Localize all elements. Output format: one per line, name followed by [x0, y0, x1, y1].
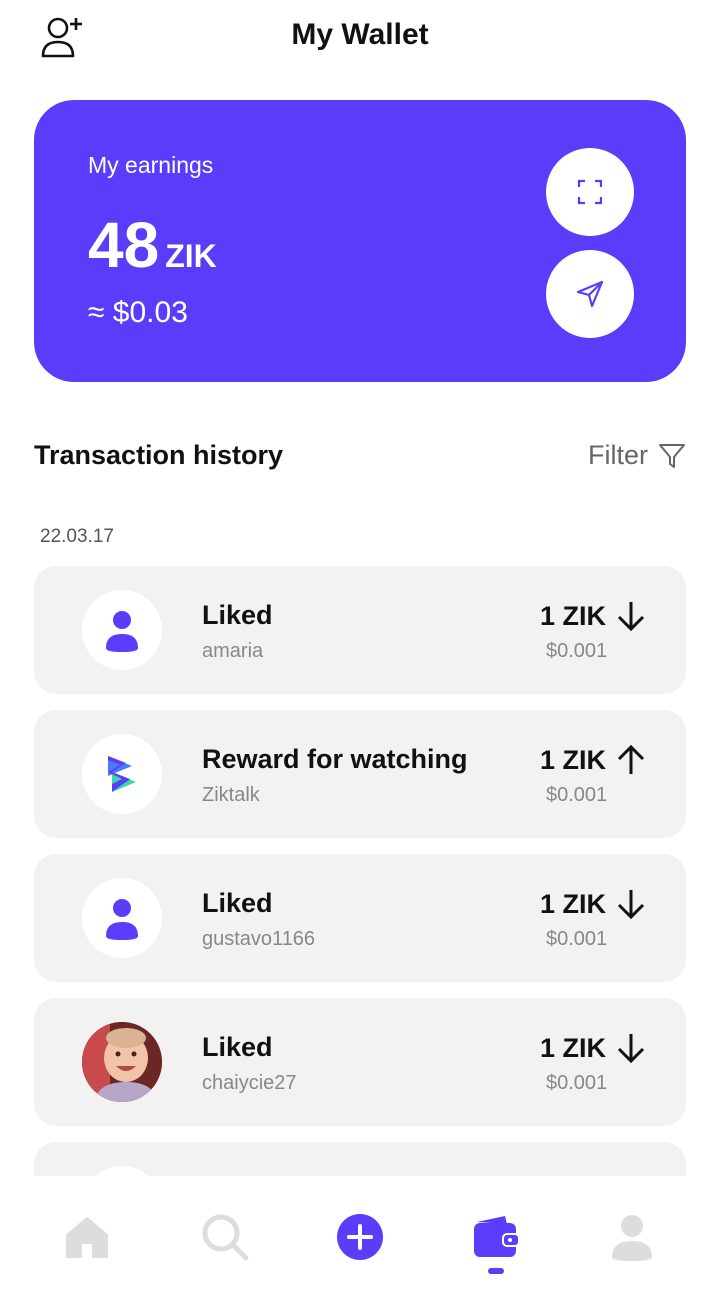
transaction-row-partial[interactable] — [34, 1142, 686, 1176]
ziktalk-logo — [82, 734, 162, 814]
transaction-amount: 1 ZIK — [540, 600, 646, 632]
baby-photo-icon — [82, 1022, 162, 1102]
earnings-card: My earnings 48 ZIK ≈ $0.03 — [34, 100, 686, 382]
transaction-amount-value: 1 ZIK — [540, 600, 607, 631]
transaction-amount-value: 1 ZIK — [540, 888, 607, 919]
transaction-title: Liked — [202, 600, 273, 630]
transaction-usd: $0.001 — [546, 640, 608, 662]
earnings-value: 48 — [88, 209, 160, 281]
transaction-title: Liked — [202, 888, 273, 918]
arrow-down-icon — [617, 602, 645, 632]
filter-label: Filter — [588, 440, 648, 470]
home-icon[interactable] — [62, 1212, 112, 1262]
create-icon — [337, 1214, 383, 1260]
transaction-amount: 1 ZIK — [540, 888, 646, 920]
ziktalk-logo-icon — [108, 756, 136, 792]
create-button[interactable] — [335, 1212, 385, 1262]
active-tab-indicator — [488, 1268, 504, 1274]
transaction-user: amaria — [202, 640, 264, 662]
default-user-avatar — [82, 878, 162, 958]
transaction-history-title: Transaction history — [34, 440, 284, 470]
transaction-user: gustavo1166 — [202, 928, 316, 950]
send-button[interactable] — [546, 250, 634, 338]
wallet-icon[interactable] — [471, 1212, 521, 1262]
user-icon — [106, 899, 138, 940]
search-icon[interactable] — [200, 1212, 250, 1262]
transaction-usd: $0.001 — [546, 928, 608, 950]
transaction-title: Reward for watching — [202, 744, 468, 774]
default-user-avatar — [82, 590, 162, 670]
transaction-title: Liked — [202, 1032, 273, 1062]
transaction-user: chaiycie27 — [202, 1072, 297, 1094]
page-title: My Wallet — [291, 18, 429, 51]
user-icon — [106, 611, 138, 652]
send-icon — [576, 280, 604, 308]
transaction-row[interactable]: Liked chaiycie27 1 ZIK $0.001 — [34, 998, 686, 1126]
transaction-row[interactable]: Liked amaria 1 ZIK $0.001 — [34, 566, 686, 694]
bottom-nav — [0, 1176, 720, 1293]
transaction-row[interactable]: Reward for watching Ziktalk 1 ZIK $0.001 — [34, 710, 686, 838]
filter-icon — [659, 443, 685, 468]
transaction-user: Ziktalk — [202, 784, 260, 806]
earnings-amount: 48 ZIK — [88, 208, 217, 282]
transaction-amount-value: 1 ZIK — [540, 1032, 607, 1063]
transaction-amount-value: 1 ZIK — [540, 744, 607, 775]
transaction-usd: $0.001 — [546, 784, 608, 806]
transaction-row[interactable]: Liked gustavo1166 1 ZIK $0.001 — [34, 854, 686, 982]
earnings-label: My earnings — [88, 152, 214, 178]
arrow-down-icon — [617, 1034, 645, 1064]
photo-avatar — [82, 1022, 162, 1102]
header: My Wallet — [0, 0, 720, 78]
transaction-amount: 1 ZIK — [540, 744, 646, 776]
scan-icon — [577, 179, 603, 205]
date-label: 22.03.17 — [40, 526, 114, 547]
transaction-list[interactable]: Liked amaria 1 ZIK $0.001 Reward for wat… — [34, 566, 686, 1176]
partial-avatar — [82, 1166, 162, 1176]
earnings-unit: ZIK — [165, 238, 217, 274]
filter-button[interactable]: Filter — [588, 440, 686, 471]
scan-button[interactable] — [546, 148, 634, 236]
transaction-amount: 1 ZIK — [540, 1032, 646, 1064]
arrow-down-icon — [617, 890, 645, 920]
transaction-usd: $0.001 — [546, 1072, 608, 1094]
profile-icon[interactable] — [607, 1212, 657, 1262]
earnings-usd: ≈ $0.03 — [88, 296, 188, 329]
arrow-up-icon — [617, 744, 645, 774]
